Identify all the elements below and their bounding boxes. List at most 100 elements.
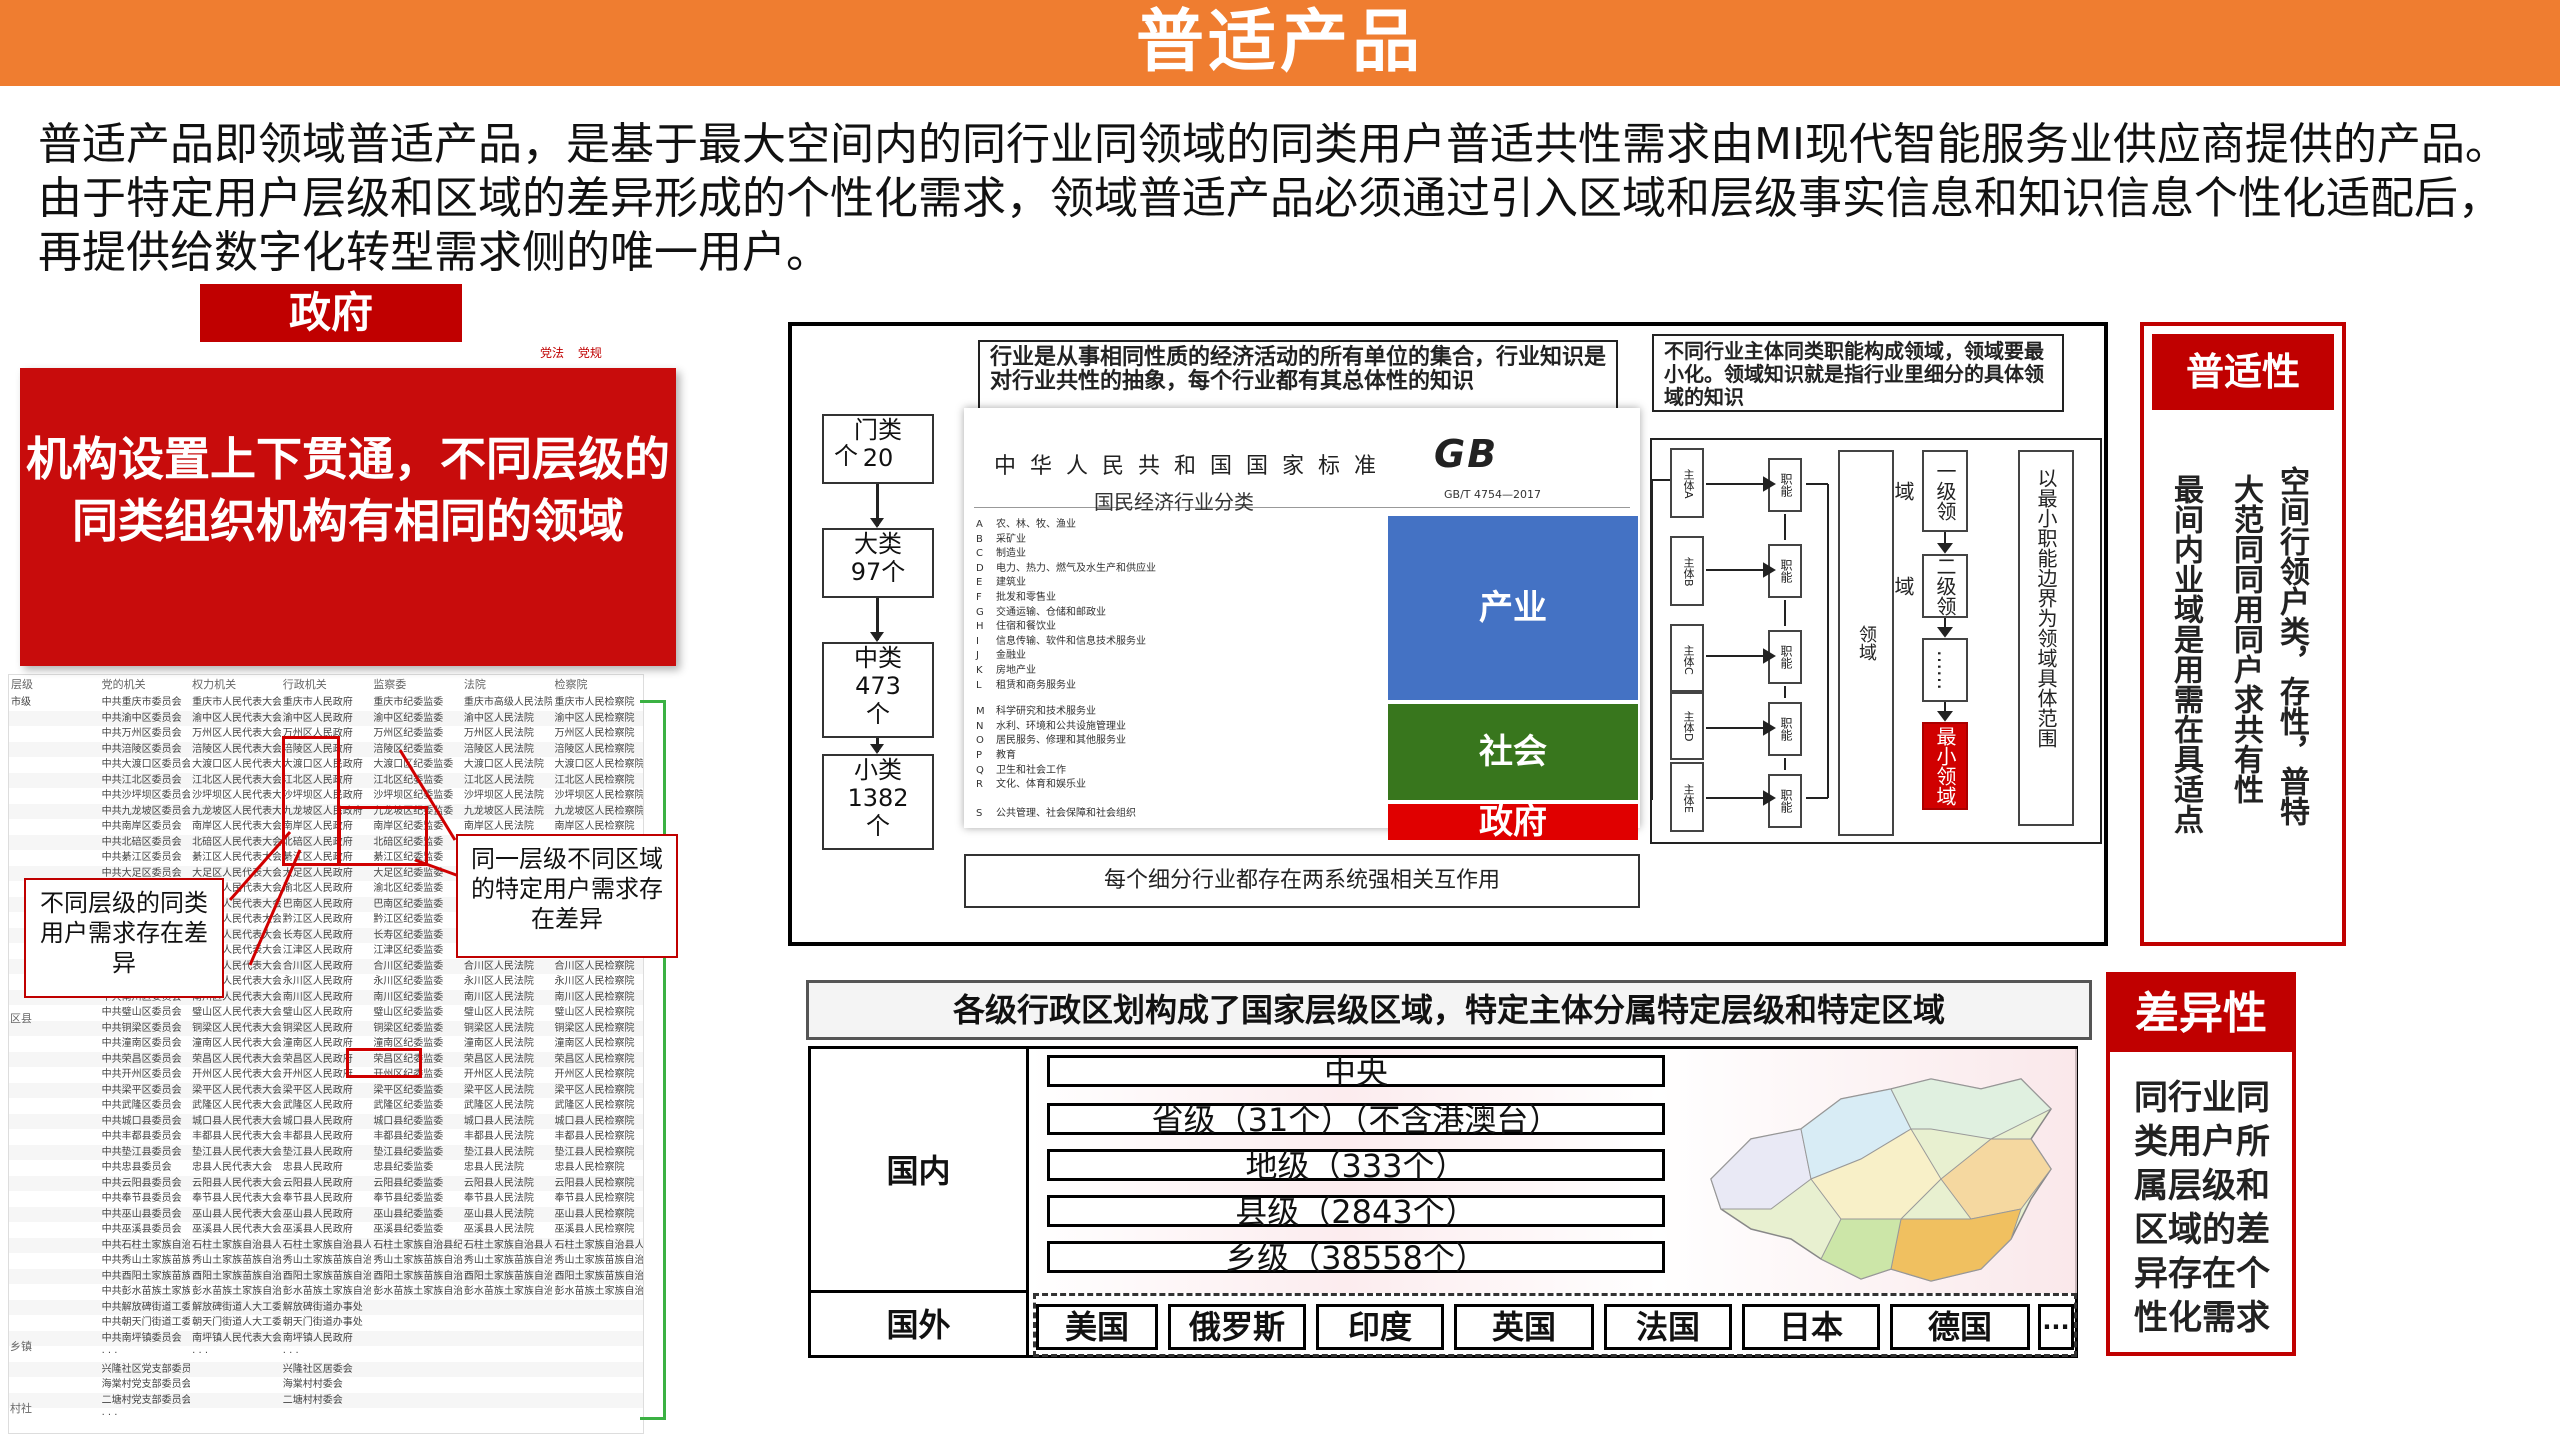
country-box: 德国 [1890,1304,2030,1350]
gb-list-code: P [976,749,983,761]
table-cell: 垫江县人民政府 [282,1146,353,1158]
gb-list-label: 科学研究和技术服务业 [996,706,1096,718]
table-cell: 綦江区人民代表大会 [192,852,281,863]
row-label-village: 村社 [10,1402,32,1415]
table-cell: 潼南区人民检察院 [554,1038,635,1049]
table-cell [9,1098,100,1114]
table-header-cell: 权力机关 [192,678,237,691]
table-cell [552,1362,643,1378]
table-cell [9,1222,100,1238]
green-bracket [640,700,666,1420]
table-row: 中共南坪镇委员会 南坪镇人民代表大会 南坪镇人民政府 [9,1330,643,1347]
gb-list-code: L [976,679,982,691]
table-cell: 万州区纪委监委 [373,728,444,739]
gb-list-label: 居民服务、修理和其他服务业 [996,735,1126,747]
table-cell: 大渡口区人民代表大会 [192,759,281,770]
table-cell: 潼南区人民代表大会 [192,1038,281,1049]
table-cell [371,1408,462,1424]
gb-list-item: M 科学研究和技术服务业 [976,705,1376,720]
table-cell: 酉阳土家族苗族自治县人民法院 [463,1270,553,1282]
table-cell: 重庆市人民代表大会 [192,697,281,708]
level-row: 中央 [1047,1055,1665,1088]
arrow-head [1763,720,1776,736]
arrow-down [870,598,884,642]
table-cell [462,1377,553,1393]
table-cell: 中共武隆区委员会 [101,1100,182,1111]
region-table: 国内 国外 中央 省级（31个）（不含港澳台） 地级（333个） 县级（2843… [808,1046,2078,1358]
table-cell: 中共江北区委员会 [101,774,182,786]
table-cell [9,1083,100,1099]
table-cell [9,1145,100,1161]
table-cell [9,1377,100,1393]
gb-list-item: N 水利、环境和公共设施管理业 [976,720,1376,735]
table-cell [9,1160,100,1176]
table-cell [9,804,100,820]
table-cell: 武隆区纪委监委 [373,1100,444,1111]
table-cell: 九龙坡区人民法院 [463,805,544,817]
table-cell: 彭水苗族土家族自治县人民法院 [463,1286,553,1297]
gb-logo: GB [1434,432,1499,476]
table-cell: 巫山县人民法院 [463,1208,534,1220]
table-row: 中共奉节县委员会 奉节县人民代表大会 奉节县人民政府 奉节县纪委监委 奉节县人民法院 奉节… [9,1191,643,1207]
table-header-row: 层级 党的机关 权力机关 行政机关 监察委 法院 检察院 [9,675,643,695]
gb-list-code: I [976,635,979,647]
domain-note: 不同行业主体同类职能构成领域，领域要最小化。领域知识就是指行业里细分的具体领域的… [1652,334,2064,412]
table-cell [9,1129,100,1145]
gb-list-item: C 制造业 [976,547,1376,562]
mini-header-item: 党规 [577,346,602,360]
table-cell [9,1315,100,1331]
table-cell: 中共綦江区委员会 [101,852,182,863]
table-cell [371,1346,462,1362]
table-cell: 梁平区人民代表大会 [192,1084,281,1096]
table-cell: 秀山土家族苗族自治县纪委监委 [373,1255,462,1266]
table-cell: 奉节县人民代表大会 [192,1193,281,1204]
row-label-town: 乡镇 [10,1340,32,1353]
table-cell: 长寿区纪委监委 [373,929,444,941]
table-cell: 巫溪县人民代表大会 [192,1224,281,1235]
table-cell: 合川区人民检察院 [554,960,635,972]
table-cell: 铜梁区人民法院 [463,1022,534,1034]
table-cell: 璧山区人民代表大会 [192,1007,281,1018]
gb-standard-document: GB 中华人民共和国国家标准 国民经济行业分类 GB/T 4754—2017 A… [964,408,1640,840]
table-cell: 石柱土家族自治县人民政府 [282,1239,372,1251]
gb-title: 中华人民共和国国家标准 [994,454,1391,479]
interaction-note: 每个细分行业都存在两系统强相关互作用 [964,854,1640,908]
level-box: …… [1922,638,1968,702]
table-cell: 中共开州区委员会 [101,1069,182,1080]
country-box: 美国 [1036,1304,1158,1350]
table-cell: 云阳县人民代表大会 [192,1177,281,1189]
gb-list-item: O 居民服务、修理和其他服务业 [976,734,1376,749]
universal-box: 普适性 空间行领户类，存性，普特 大范同同用同户求共有性 最间内业域是用需在具适… [2140,322,2346,946]
table-cell: 武隆区人民代表大会 [192,1100,281,1111]
table-cell: 开州区人民检察院 [554,1069,635,1080]
gb-list-item: K 房地产业 [976,664,1376,679]
boundary-column: 以最小职能边界为领域具体范围 [2018,450,2074,826]
table-cell: 中共石柱土家族自治县委员会 [101,1239,191,1251]
table-cell: 石柱土家族自治县纪委监委 [373,1239,462,1251]
gb-list-code: K [976,664,983,676]
gb-list-label: 文化、体育和娱乐业 [996,779,1086,791]
table-cell: 丰都县人民政府 [282,1131,353,1142]
table-cell: 南岸区人民法院 [463,821,534,832]
table-cell: 铜梁区人民检察院 [554,1022,635,1034]
table-cell: 解放碑街道办事处 [282,1301,363,1313]
table-cell: 永川区人民法院 [463,976,534,987]
table-cell: 永川区纪委监委 [373,976,444,987]
table-cell: 铜梁区人民政府 [282,1022,353,1034]
table-cell: 酉阳土家族苗族自治县人民政府 [282,1270,372,1282]
table-cell: 解放碑街道人大工委 [192,1301,281,1313]
highlight-rect [338,806,428,866]
table-row: 中共渝中区委员会 渝中区人民代表大会 渝中区人民政府 渝中区纪委监委 渝中区人民法院 渝中… [9,710,643,726]
table-cell [552,1331,643,1347]
table-row: 中共潼南区委员会 潼南区人民代表大会 潼南区人民政府 潼南区纪委监委 潼南区人民法院 潼南… [9,1036,643,1052]
gb-list-item: L 租赁和商务服务业 [976,679,1376,694]
category-count: 473 [855,672,901,700]
table-cell: 梁平区纪委监委 [373,1084,444,1096]
table-cell: 巫山县人民政府 [282,1208,353,1220]
category-box: 小类 1382 个 [822,754,934,850]
gb-list-label: 批发和零售业 [996,591,1056,603]
table-cell: 中共璧山区委员会 [101,1007,182,1018]
table-header-cell: 法院 [463,678,486,691]
table-cell: 渝中区人民法院 [463,712,534,724]
table-cell: 云阳县人民政府 [282,1177,353,1189]
